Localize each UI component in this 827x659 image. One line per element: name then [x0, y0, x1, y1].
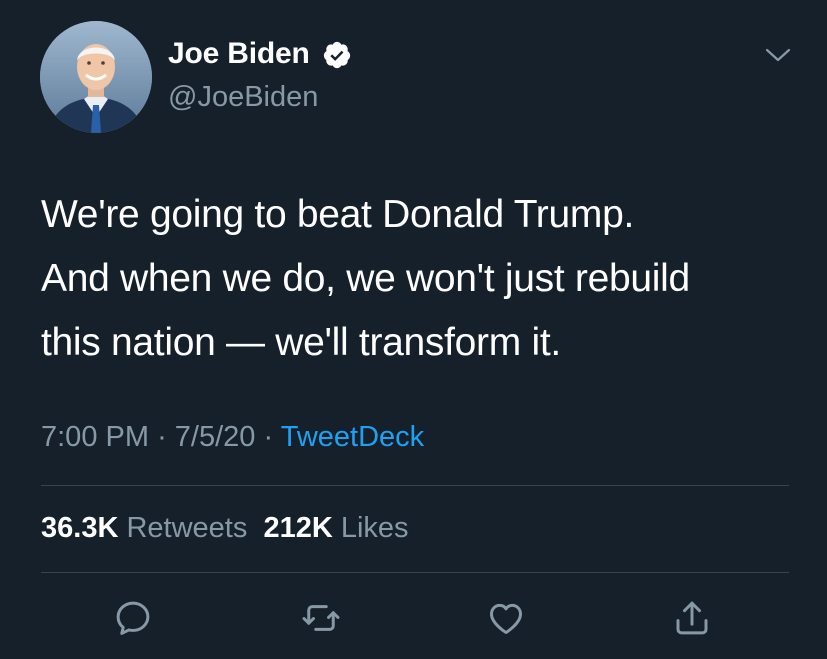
- avatar-photo-icon: [40, 21, 152, 133]
- retweet-icon: [302, 605, 340, 631]
- likes-label: Likes: [340, 512, 409, 544]
- tweet-meta: 7:00 PM · 7/5/20 · TweetDeck: [41, 419, 424, 455]
- meta-separator: ·: [157, 421, 167, 453]
- like-icon: [489, 603, 523, 635]
- share-button[interactable]: [671, 597, 713, 639]
- avatar[interactable]: [40, 21, 152, 133]
- divider: [41, 572, 789, 573]
- display-name[interactable]: Joe Biden: [168, 36, 310, 72]
- retweets-stat[interactable]: 36.3K Retweets: [41, 512, 247, 544]
- chevron-down-icon[interactable]: [764, 45, 792, 65]
- tweet-stats: 36.3K Retweets 212K Likes: [41, 510, 409, 546]
- like-button[interactable]: [485, 597, 527, 639]
- divider: [41, 485, 789, 486]
- reply-icon: [116, 601, 150, 635]
- retweet-button[interactable]: [300, 597, 342, 639]
- tweet-source-link[interactable]: TweetDeck: [281, 421, 424, 453]
- reply-button[interactable]: [112, 597, 154, 639]
- meta-separator: ·: [263, 421, 274, 453]
- retweets-label: Retweets: [126, 512, 248, 544]
- user-handle[interactable]: @JoeBiden: [168, 80, 318, 114]
- likes-count: 212K: [263, 512, 333, 544]
- retweets-count: 36.3K: [41, 512, 119, 544]
- share-icon: [676, 601, 708, 635]
- tweet-time[interactable]: 7:00 PM: [41, 421, 149, 453]
- likes-stat[interactable]: 212K Likes: [263, 512, 408, 544]
- verified-badge-icon: [323, 41, 351, 69]
- tweet-text: We're going to beat Donald Trump. And wh…: [41, 193, 690, 364]
- tweet-date[interactable]: 7/5/20: [175, 421, 256, 453]
